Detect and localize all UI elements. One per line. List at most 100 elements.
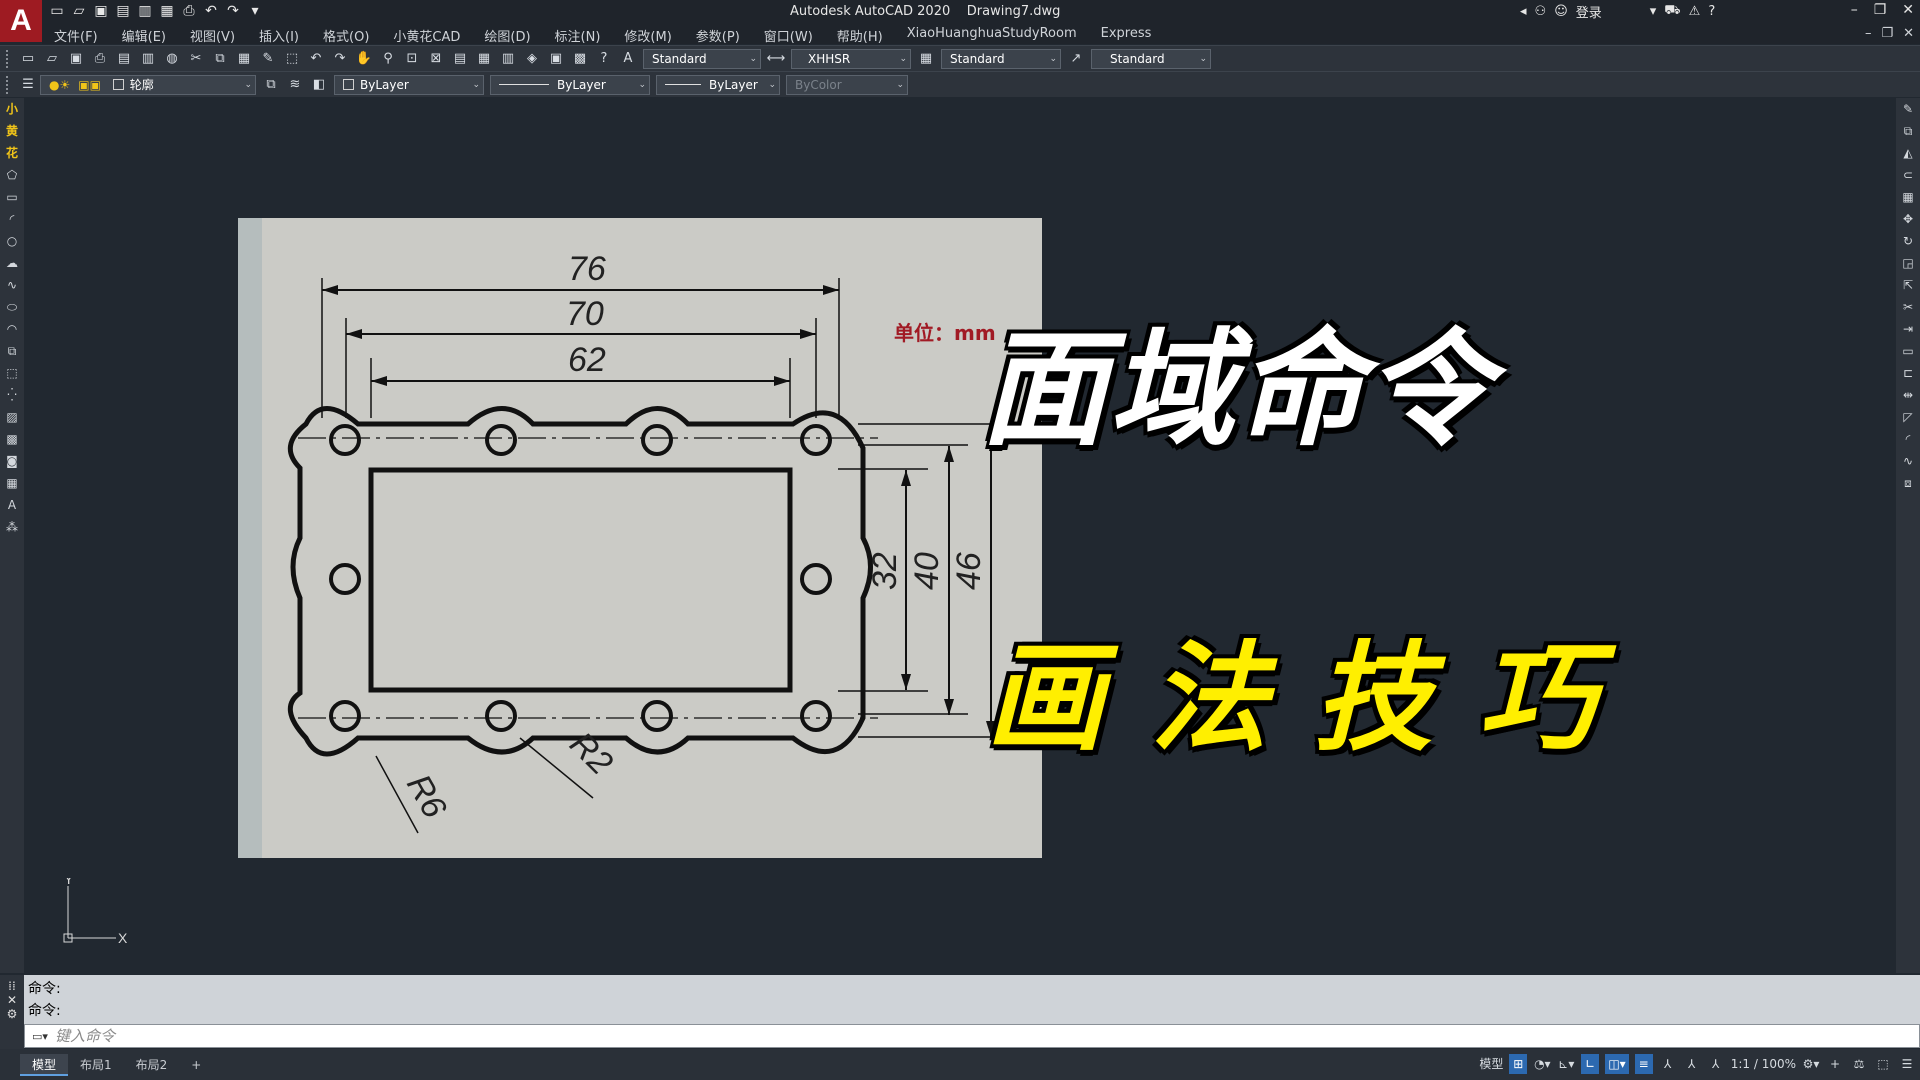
toolbar-grip[interactable]: [6, 49, 12, 68]
make-current-layer-icon[interactable]: ⧉: [261, 75, 281, 95]
multileader-style-icon[interactable]: ↗: [1066, 49, 1086, 69]
calculator-icon[interactable]: ▩: [570, 49, 590, 69]
menu-item[interactable]: 修改(M): [612, 24, 683, 45]
clean-screen-icon[interactable]: ⬚: [1874, 1054, 1892, 1074]
properties-icon[interactable]: ▤: [450, 49, 470, 69]
save-web-icon[interactable]: ▦: [158, 3, 176, 20]
autocad-logo[interactable]: A: [0, 0, 42, 42]
erase-icon[interactable]: ✎: [1898, 99, 1918, 119]
print-icon[interactable]: ⎙: [90, 49, 110, 69]
offset-icon[interactable]: ⊂: [1898, 165, 1918, 185]
ellipse-icon[interactable]: ⬭: [2, 297, 22, 317]
stretch-icon[interactable]: ⇱: [1898, 275, 1918, 295]
rotate-icon[interactable]: ↻: [1898, 231, 1918, 251]
pan-icon[interactable]: ✋: [354, 49, 374, 69]
rectangle-icon[interactable]: ▭: [2, 187, 22, 207]
toolbar-grip[interactable]: [6, 75, 12, 94]
menu-item[interactable]: 文件(F): [42, 24, 110, 45]
open-web-icon[interactable]: ▥: [136, 3, 154, 20]
blend-curves-icon[interactable]: ∿: [1898, 451, 1918, 471]
explode-icon[interactable]: ⧈: [1898, 473, 1918, 493]
tab-layout2[interactable]: 布局2: [124, 1054, 180, 1076]
undo-icon[interactable]: ↶: [202, 3, 220, 20]
paste-icon[interactable]: ▦: [234, 49, 254, 69]
break-at-point-icon[interactable]: ▭: [1898, 341, 1918, 361]
revision-cloud-icon[interactable]: ☁: [2, 253, 22, 273]
publish-icon[interactable]: ▥: [138, 49, 158, 69]
restore-icon[interactable]: ❐: [1874, 2, 1887, 18]
new-icon[interactable]: ▭: [18, 49, 38, 69]
save-icon[interactable]: ▣: [66, 49, 86, 69]
trim-icon[interactable]: ✂: [1898, 297, 1918, 317]
close-icon[interactable]: ✕: [1902, 2, 1914, 18]
command-recent-icon[interactable]: ▭▾: [25, 1030, 55, 1043]
drawing-canvas[interactable]: 76 70 62 32 40 46 R6 R2 单位：mm 面域命令 画法技巧 …: [26, 98, 1892, 974]
snap-mode-icon[interactable]: ◔▾: [1533, 1054, 1551, 1074]
polygon-icon[interactable]: ⬠: [2, 165, 22, 185]
design-center-icon[interactable]: ▦: [474, 49, 494, 69]
spline-icon[interactable]: ∿: [2, 275, 22, 295]
cut-icon[interactable]: ✂: [186, 49, 206, 69]
table-style-select[interactable]: Standard ⌄: [941, 48, 1061, 69]
3d-print-icon[interactable]: ◍: [162, 49, 182, 69]
zoom-window-icon[interactable]: ⊡: [402, 49, 422, 69]
fillet-icon[interactable]: ◜: [1898, 429, 1918, 449]
text-style-icon[interactable]: A: [618, 49, 638, 69]
extend-icon[interactable]: ⇥: [1898, 319, 1918, 339]
open-icon[interactable]: ▱: [42, 49, 62, 69]
array-icon[interactable]: ▦: [1898, 187, 1918, 207]
preview-icon[interactable]: ▤: [114, 49, 134, 69]
text-style-select[interactable]: Standard ⌄: [643, 48, 761, 69]
command-line-handle[interactable]: ⁞⁞ ✕ ⚙: [0, 975, 24, 1050]
save-as-icon[interactable]: ▤: [114, 3, 132, 20]
tab-model[interactable]: 模型: [20, 1053, 69, 1076]
model-space-button[interactable]: 模型: [1479, 1054, 1503, 1074]
menu-item[interactable]: 小黄花CAD: [381, 24, 472, 45]
add-selected-icon[interactable]: ⁂: [2, 517, 22, 537]
table-icon[interactable]: ▦: [2, 473, 22, 493]
autodesk-account-icon[interactable]: ⚇: [1535, 4, 1547, 19]
color-select[interactable]: ByLayer ⌄: [334, 74, 484, 95]
annotation-visibility-icon[interactable]: ⅄: [1659, 1054, 1677, 1074]
multileader-style-select[interactable]: Standard ⌄: [1091, 48, 1211, 69]
minimize-icon[interactable]: –: [1851, 2, 1858, 18]
copy-icon[interactable]: ⧉: [210, 49, 230, 69]
menu-item[interactable]: 格式(O): [311, 24, 381, 45]
zoom-realtime-icon[interactable]: ⚲: [378, 49, 398, 69]
dim-style-icon[interactable]: ⟷: [766, 49, 786, 69]
command-input[interactable]: [55, 1027, 655, 1045]
break-icon[interactable]: ⊏: [1898, 363, 1918, 383]
user-icon[interactable]: ☺: [1554, 4, 1568, 19]
open-file-icon[interactable]: ▱: [70, 3, 88, 20]
layer-manager-icon[interactable]: ☰: [18, 75, 38, 95]
exchange-icon[interactable]: ⚠: [1689, 4, 1701, 19]
hatch-icon[interactable]: ▨: [2, 407, 22, 427]
circle-icon[interactable]: ○: [2, 231, 22, 251]
mtext-icon[interactable]: A: [2, 495, 22, 515]
region-icon[interactable]: ◙: [2, 451, 22, 471]
new-file-icon[interactable]: ▭: [48, 3, 66, 20]
lineweight-toggle-icon[interactable]: ≡: [1634, 1054, 1653, 1074]
linetype-select[interactable]: ByLayer ⌄: [490, 74, 650, 95]
point-icon[interactable]: ⁛: [2, 385, 22, 405]
markup-icon[interactable]: ▣: [546, 49, 566, 69]
menu-item[interactable]: XiaoHuanghuaStudyRoom: [895, 24, 1089, 44]
join-icon[interactable]: ⇹: [1898, 385, 1918, 405]
ellipse-arc-icon[interactable]: ◠: [2, 319, 22, 339]
plugin-label-2[interactable]: 黄: [2, 121, 22, 141]
units-icon[interactable]: ⚖: [1850, 1054, 1868, 1074]
add-layout-button[interactable]: +: [179, 1054, 213, 1076]
dim-style-select[interactable]: XHHSR ⌄: [791, 48, 911, 69]
insert-block-icon[interactable]: ⧉: [2, 341, 22, 361]
customize-qat-icon[interactable]: ▾: [246, 3, 264, 20]
tab-layout1[interactable]: 布局1: [68, 1054, 124, 1076]
doc-minimize-icon[interactable]: –: [1865, 26, 1872, 41]
menu-item[interactable]: 窗口(W): [752, 24, 825, 45]
move-icon[interactable]: ✥: [1898, 209, 1918, 229]
table-style-icon[interactable]: ▦: [916, 49, 936, 69]
arc-icon[interactable]: ◜: [2, 209, 22, 229]
redo-icon[interactable]: ↷: [330, 49, 350, 69]
doc-restore-icon[interactable]: ❐: [1881, 26, 1893, 41]
plugin-label-1[interactable]: 小: [2, 99, 22, 119]
menu-item[interactable]: 插入(I): [247, 24, 311, 45]
